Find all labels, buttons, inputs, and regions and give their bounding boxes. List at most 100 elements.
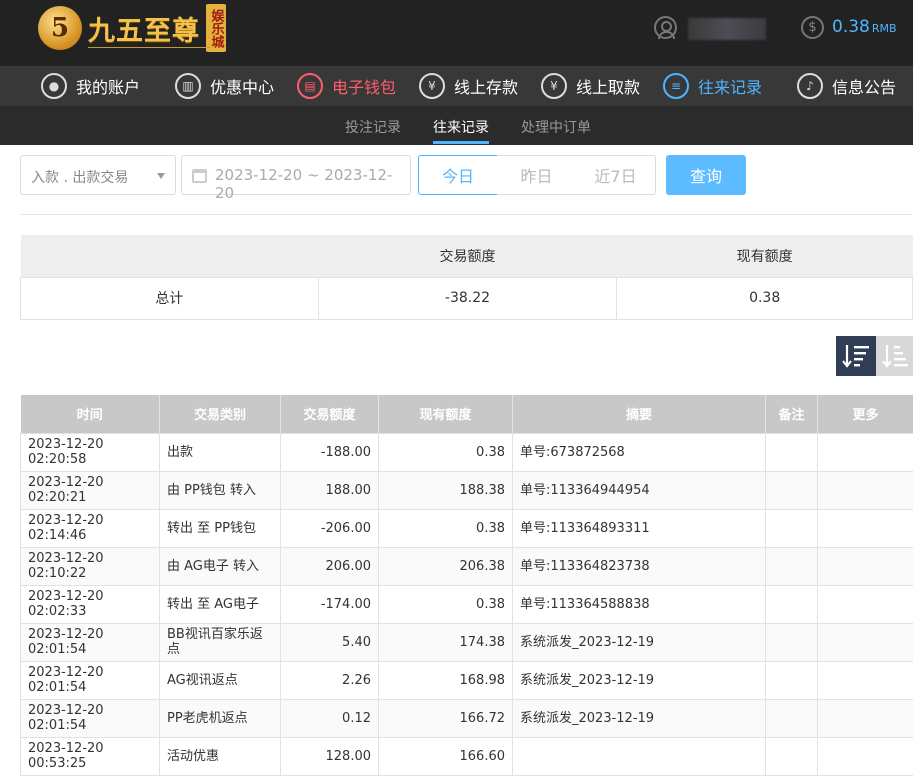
balance-display: 0.38RMB <box>832 17 897 37</box>
remark-cell <box>766 737 818 775</box>
table-row: 2023-12-20 02:01:54BB视讯百家乐返点5.40174.38系统… <box>21 623 913 661</box>
remark-cell <box>766 585 818 623</box>
more-cell[interactable] <box>818 585 913 623</box>
time-cell: 2023-12-20 02:10:22 <box>21 547 160 585</box>
column-header[interactable]: 备注 <box>766 395 818 433</box>
remark-cell <box>766 509 818 547</box>
time-cell: 2023-12-20 02:14:46 <box>21 509 160 547</box>
summary-cell: 系统派发_2023-12-19 <box>513 623 766 661</box>
summary-cell: -38.22 <box>318 277 617 319</box>
table-row: 2023-12-20 02:01:54PP老虎机返点0.12166.72系统派发… <box>21 699 913 737</box>
sort-descending-button[interactable] <box>836 336 876 376</box>
column-header[interactable]: 更多 <box>818 395 913 433</box>
tab-bet-records[interactable]: 投注记录 <box>345 117 401 137</box>
date-range-value: 2023-12-20 ~ 2023-12-20 <box>215 166 392 202</box>
column-header[interactable]: 现有额度 <box>379 395 513 433</box>
more-cell[interactable] <box>818 547 913 585</box>
nav-label: 信息公告 <box>832 74 896 98</box>
more-cell[interactable] <box>818 433 913 471</box>
nav-label: 线上取款 <box>576 74 640 98</box>
nav-promotions[interactable]: ▥ 优惠中心 <box>175 66 274 106</box>
more-cell[interactable] <box>818 737 913 775</box>
more-cell[interactable] <box>818 471 913 509</box>
nav-online-withdraw[interactable]: ¥ 线上取款 <box>541 66 640 106</box>
tab-transaction-records[interactable]: 往来记录 <box>433 117 489 137</box>
records-header: 时间 交易类别 交易额度 现有额度 摘要 备注 更多 <box>21 395 913 433</box>
type-cell: AG视讯返点 <box>160 661 281 699</box>
nav-label: 电子钱包 <box>332 74 396 98</box>
type-cell: 出款 <box>160 433 281 471</box>
table-row: 2023-12-20 02:14:46转出 至 PP钱包-206.000.38单… <box>21 509 913 547</box>
type-cell: 活动优惠 <box>160 737 281 775</box>
amount-cell: 0.12 <box>281 699 379 737</box>
amount-cell: 128.00 <box>281 737 379 775</box>
nav-e-wallet[interactable]: ▤ 电子钱包 <box>297 66 396 106</box>
more-cell[interactable] <box>818 661 913 699</box>
more-cell[interactable] <box>818 509 913 547</box>
username-redacted <box>688 18 766 40</box>
active-tab-indicator <box>433 141 489 144</box>
tab-pending-orders[interactable]: 处理中订单 <box>521 117 591 137</box>
date-range-input[interactable]: 2023-12-20 ~ 2023-12-20 <box>181 155 411 195</box>
nav-announcements[interactable]: ♪ 信息公告 <box>797 66 896 106</box>
brand-name: 九五至尊 <box>88 9 200 48</box>
summary-header-cell <box>21 235 319 277</box>
summary-cell: 0.38 <box>617 277 913 319</box>
records-icon: ≡ <box>663 73 689 99</box>
amount-cell: -206.00 <box>281 509 379 547</box>
remark-cell <box>766 661 818 699</box>
remark-cell <box>766 433 818 471</box>
column-header[interactable]: 交易类别 <box>160 395 281 433</box>
nav-label: 我的账户 <box>76 74 140 98</box>
summary-cell <box>513 737 766 775</box>
summary-cell: 单号:113364823738 <box>513 547 766 585</box>
dollar-icon: $ <box>801 16 824 39</box>
balance-amount: 0.38 <box>832 17 870 37</box>
time-cell: 2023-12-20 02:20:58 <box>21 433 160 471</box>
column-header[interactable]: 交易额度 <box>281 395 379 433</box>
calendar-icon <box>192 169 207 183</box>
column-header[interactable]: 摘要 <box>513 395 766 433</box>
nav-my-account[interactable]: ● 我的账户 <box>41 66 140 106</box>
nav-online-deposit[interactable]: ¥ 线上存款 <box>419 66 518 106</box>
nav-label: 往来记录 <box>698 74 762 98</box>
user-icon[interactable] <box>654 16 677 39</box>
transaction-type-select[interactable]: 入款 . 出款交易 <box>20 155 176 195</box>
table-row: 2023-12-20 02:20:21由 PP钱包 转入188.00188.38… <box>21 471 913 509</box>
search-button[interactable]: 查询 <box>666 155 746 195</box>
summary-cell: 单号:673872568 <box>513 433 766 471</box>
time-cell: 2023-12-20 02:01:54 <box>21 661 160 699</box>
records-table: 时间 交易类别 交易额度 现有额度 摘要 备注 更多 2023-12-20 02… <box>20 395 913 776</box>
divider <box>20 214 913 215</box>
gift-icon: ▥ <box>175 73 201 99</box>
last-7-days-button[interactable]: 近7日 <box>576 155 656 195</box>
amount-cell: 5.40 <box>281 623 379 661</box>
main-nav: ● 我的账户 ▥ 优惠中心 ▤ 电子钱包 ¥ 线上存款 ¥ 线上取款 ≡ 往来记… <box>0 66 913 106</box>
summary-header-cell: 现有额度 <box>617 235 913 277</box>
today-button[interactable]: 今日 <box>418 155 498 195</box>
summary-cell: 系统派发_2023-12-19 <box>513 699 766 737</box>
yesterday-button[interactable]: 昨日 <box>497 155 577 195</box>
sort-ascending-button[interactable] <box>876 336 913 376</box>
sub-nav: 投注记录 往来记录 处理中订单 <box>0 106 913 145</box>
balance-cell: 188.38 <box>379 471 513 509</box>
remark-cell <box>766 699 818 737</box>
balance-cell: 206.38 <box>379 547 513 585</box>
type-cell: 由 PP钱包 转入 <box>160 471 281 509</box>
balance-cell: 174.38 <box>379 623 513 661</box>
type-cell: 转出 至 AG电子 <box>160 585 281 623</box>
summary-header: 交易额度 现有额度 <box>21 235 913 277</box>
amount-cell: -174.00 <box>281 585 379 623</box>
nav-records[interactable]: ≡ 往来记录 <box>663 66 762 106</box>
more-cell[interactable] <box>818 699 913 737</box>
logo-underline <box>88 47 210 53</box>
more-cell[interactable] <box>818 623 913 661</box>
nav-label: 线上存款 <box>454 74 518 98</box>
balance-cell: 168.98 <box>379 661 513 699</box>
balance-cell: 166.60 <box>379 737 513 775</box>
table-row: 2023-12-20 02:20:58出款-188.000.38单号:67387… <box>21 433 913 471</box>
column-header[interactable]: 时间 <box>21 395 160 433</box>
withdraw-icon: ¥ <box>541 73 567 99</box>
type-cell: PP老虎机返点 <box>160 699 281 737</box>
time-cell: 2023-12-20 02:01:54 <box>21 623 160 661</box>
